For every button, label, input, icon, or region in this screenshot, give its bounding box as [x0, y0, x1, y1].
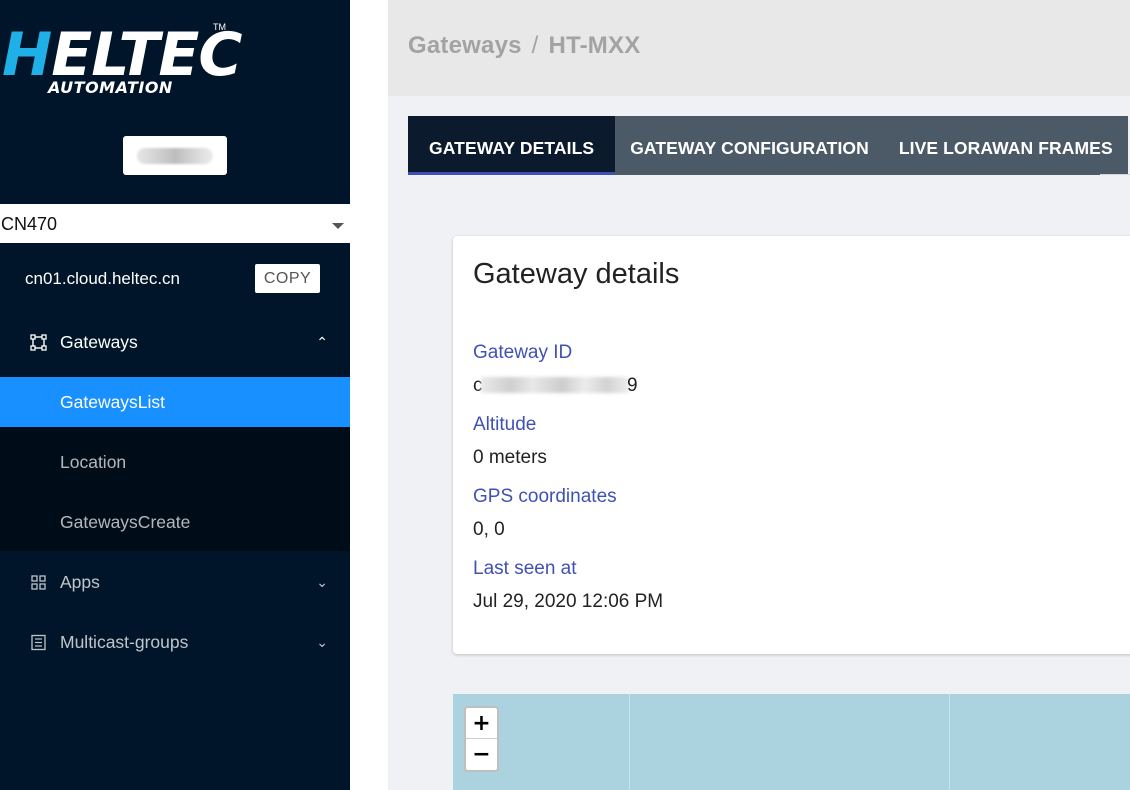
- tab-bar: GATEWAY DETAILS GATEWAY CONFIGURATION LI…: [408, 116, 1128, 175]
- user-avatar-box[interactable]: [123, 136, 227, 175]
- sidebar: HELTEC TM AUTOMATION CN470 cn01.cloud.he…: [0, 0, 350, 790]
- tab-gateway-details[interactable]: GATEWAY DETAILS: [408, 116, 616, 175]
- region-select[interactable]: CN470: [0, 204, 350, 243]
- breadcrumb-separator: /: [531, 32, 539, 59]
- gateway-id-end: 9: [627, 375, 638, 396]
- logo-h-letter: H: [2, 20, 52, 90]
- menu-label-gateways: Gateways: [60, 332, 138, 352]
- server-address: cn01.cloud.heltec.cn: [25, 269, 180, 288]
- map-tile-border: [949, 694, 950, 790]
- tabs-divider: [1100, 174, 1130, 175]
- caret-down-icon: [332, 223, 344, 229]
- chevron-up-icon: ⌃: [316, 334, 328, 350]
- breadcrumb: Gateways / HT-MXX: [408, 32, 640, 60]
- gateway-icon: [30, 334, 47, 351]
- breadcrumb-current: HT-MXX: [548, 32, 641, 59]
- menu-item-multicast-groups[interactable]: Multicast-groups ⌄: [0, 617, 350, 667]
- server-row: cn01.cloud.heltec.cn COPY: [25, 264, 325, 294]
- gps-coordinates-value: 0, 0: [473, 519, 505, 540]
- map-tile-border: [629, 694, 630, 790]
- region-select-value: CN470: [1, 214, 58, 234]
- menu-label-apps: Apps: [60, 572, 100, 592]
- submenu-item-gateways-list[interactable]: GatewaysList: [0, 377, 350, 427]
- altitude-value: 0 meters: [473, 447, 547, 468]
- card-title: Gateway details: [473, 258, 680, 290]
- last-seen-value: Jul 29, 2020 12:06 PM: [473, 591, 664, 612]
- logo-trademark: TM: [213, 22, 226, 32]
- heltec-logo[interactable]: HELTEC TM AUTOMATION: [0, 12, 242, 104]
- submenu-item-location[interactable]: Location: [0, 437, 350, 487]
- page-header: Gateways / HT-MXX: [388, 0, 1130, 96]
- main-content: Gateways / HT-MXX GATEWAY DETAILS GATEWAY …: [350, 0, 1130, 790]
- gateway-location-map[interactable]: + −: [453, 694, 1130, 790]
- gateways-submenu: GatewaysList Location GatewaysCreate: [0, 377, 350, 551]
- zoom-in-button[interactable]: +: [466, 708, 497, 739]
- gateway-id-value: c 9: [473, 375, 643, 399]
- gateway-id-label: Gateway ID: [473, 342, 573, 363]
- zoom-out-button[interactable]: −: [466, 739, 497, 770]
- tab-live-lorawan-frames[interactable]: LIVE LORAWAN FRAMES: [883, 116, 1128, 175]
- map-zoom-control: + −: [464, 706, 499, 772]
- altitude-label: Altitude: [473, 414, 537, 435]
- last-seen-label: Last seen at: [473, 558, 577, 579]
- menu-item-gateways[interactable]: Gateways ⌃: [0, 317, 350, 367]
- apps-grid-icon: [31, 575, 46, 590]
- redacted-gateway-id: [481, 377, 629, 393]
- gps-coordinates-label: GPS coordinates: [473, 486, 617, 507]
- chevron-down-icon: ⌄: [316, 634, 328, 650]
- chevron-down-icon: ⌄: [316, 574, 328, 590]
- gateway-details-card: Gateway details Gateway ID c 9 Altitude …: [453, 236, 1130, 654]
- menu-item-apps[interactable]: Apps ⌄: [0, 557, 350, 607]
- tab-gateway-configuration[interactable]: GATEWAY CONFIGURATION: [615, 116, 884, 175]
- submenu-item-gateways-create[interactable]: GatewaysCreate: [0, 497, 350, 547]
- menu-label-multicast-groups: Multicast-groups: [60, 632, 189, 652]
- logo-sub-text: AUTOMATION: [48, 78, 173, 97]
- multicast-icon: [31, 634, 46, 651]
- breadcrumb-gateways-link[interactable]: Gateways: [408, 32, 522, 59]
- copy-button[interactable]: COPY: [255, 264, 320, 293]
- redacted-username: [137, 148, 213, 164]
